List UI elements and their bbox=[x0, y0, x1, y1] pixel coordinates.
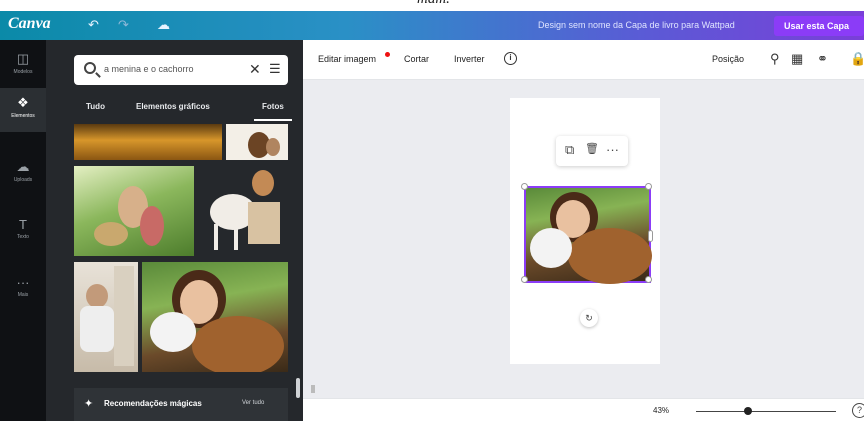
elements-panel: a menina e o cachorro ✕ ☰ Tudo Elementos… bbox=[46, 40, 303, 421]
photo-thumbnail[interactable] bbox=[142, 262, 288, 372]
paint-roller-icon[interactable]: ⚲ bbox=[770, 51, 780, 67]
resize-handle[interactable] bbox=[645, 183, 652, 190]
rail-item-more[interactable]: ··· Mais bbox=[0, 268, 46, 312]
position-button[interactable]: Posição bbox=[712, 54, 744, 64]
undo-icon[interactable]: ↶ bbox=[88, 17, 99, 33]
template-icon: ◫ bbox=[16, 51, 30, 66]
dog-leg bbox=[234, 224, 238, 250]
zoom-slider[interactable] bbox=[696, 411, 836, 412]
rail-item-label: Texto bbox=[17, 234, 29, 240]
shirt bbox=[80, 306, 114, 352]
photo-thumbnail[interactable] bbox=[198, 166, 288, 256]
filter-icon[interactable]: ☰ bbox=[269, 61, 281, 77]
bottom-bar: 43% ? bbox=[303, 398, 864, 421]
zoom-slider-knob[interactable] bbox=[744, 407, 752, 415]
rail-item-text[interactable]: T Texto bbox=[0, 210, 46, 254]
selected-image[interactable] bbox=[521, 183, 653, 284]
caption-text: mam. bbox=[417, 0, 450, 8]
elements-icon: ❖ bbox=[17, 95, 29, 110]
design-page[interactable]: ⧉ 🗑 ··· ↻ bbox=[510, 98, 660, 364]
see-all-link[interactable]: Ver tudo bbox=[242, 400, 264, 406]
trash-icon[interactable]: 🗑 bbox=[585, 142, 599, 155]
magic-recommendations-label: Recomendações mágicas bbox=[104, 399, 202, 408]
transparency-icon[interactable]: ▦ bbox=[791, 51, 803, 67]
tab-graphics[interactable]: Elementos gráficos bbox=[136, 102, 210, 111]
search-icon bbox=[84, 62, 96, 74]
rail-item-elements[interactable]: ❖ Elementos bbox=[0, 88, 46, 132]
panel-scrollbar[interactable] bbox=[296, 378, 300, 398]
zoom-level: 43% bbox=[653, 406, 670, 415]
element-actions-bar: ⧉ 🗑 ··· bbox=[556, 136, 628, 166]
notification-dot bbox=[385, 52, 390, 57]
more-options-icon[interactable]: ··· bbox=[606, 142, 619, 157]
upload-icon: ☁ bbox=[16, 159, 30, 174]
door bbox=[114, 266, 134, 366]
resize-handle[interactable] bbox=[521, 276, 528, 283]
more-icon: ··· bbox=[16, 275, 30, 290]
rail-item-label: Modelos bbox=[13, 69, 33, 75]
editor-toolbar: Editar imagem Cortar Inverter i Posição … bbox=[303, 40, 864, 80]
photo-dog bbox=[568, 228, 652, 284]
canva-logo[interactable]: Canva bbox=[8, 15, 51, 33]
photo-thumbnail[interactable] bbox=[74, 166, 194, 256]
use-template-button[interactable]: Usar esta Capa bbox=[774, 16, 864, 36]
resize-handle[interactable] bbox=[648, 230, 653, 242]
photo-thumbnail[interactable] bbox=[226, 124, 288, 160]
tab-all[interactable]: Tudo bbox=[86, 102, 105, 111]
photo-gallery bbox=[74, 124, 288, 402]
photo-shirt bbox=[530, 228, 572, 268]
panel-tabs: Tudo Elementos gráficos Fotos bbox=[74, 98, 292, 122]
rail-item-uploads[interactable]: ☁ Uploads bbox=[0, 152, 46, 196]
flip-button[interactable]: Inverter bbox=[454, 54, 485, 64]
canvas-workspace: ⧉ 🗑 ··· ↻ bbox=[303, 80, 864, 398]
link-icon[interactable]: ⚭ bbox=[817, 51, 828, 67]
clear-search-icon[interactable]: ✕ bbox=[249, 61, 261, 78]
edit-image-button[interactable]: Editar imagem bbox=[318, 54, 376, 64]
design-name[interactable]: Design sem nome da Capa de livro para Wa… bbox=[538, 20, 735, 30]
search-input[interactable]: a menina e o cachorro bbox=[104, 64, 194, 74]
magic-icon: ✦ bbox=[84, 398, 94, 410]
rail-item-label: Elementos bbox=[11, 113, 35, 119]
canva-editor: mam. Canva ↶ ↷ ☁ Design sem nome da Capa… bbox=[0, 0, 864, 421]
magic-recommendations-bar[interactable]: ✦ Recomendações mágicas Ver tudo bbox=[74, 388, 288, 421]
redo-icon[interactable]: ↷ bbox=[118, 17, 129, 33]
horizontal-scroll-marker[interactable] bbox=[311, 385, 315, 393]
text-icon: T bbox=[19, 217, 27, 232]
rail-item-templates[interactable]: ◫ Modelos bbox=[0, 44, 46, 88]
resize-handle[interactable] bbox=[645, 276, 652, 283]
lock-icon[interactable]: 🔒 bbox=[850, 51, 864, 67]
tab-photos[interactable]: Fotos bbox=[262, 102, 284, 111]
help-icon[interactable]: ? bbox=[852, 403, 864, 418]
cloud-icon[interactable]: ☁ bbox=[157, 17, 170, 33]
top-bar: Canva ↶ ↷ ☁ Design sem nome da Capa de l… bbox=[0, 11, 864, 40]
resize-handle[interactable] bbox=[521, 183, 528, 190]
photo-thumbnail[interactable] bbox=[74, 124, 222, 160]
left-rail: ◫ Modelos ❖ Elementos ☁ Uploads T Texto … bbox=[0, 40, 46, 421]
crop-button[interactable]: Cortar bbox=[404, 54, 429, 64]
rail-item-label: Uploads bbox=[13, 177, 33, 183]
photo-thumbnail[interactable] bbox=[74, 262, 138, 372]
rotate-icon[interactable]: ↻ bbox=[580, 309, 598, 327]
dog-leg bbox=[214, 224, 218, 250]
search-box[interactable]: a menina e o cachorro ✕ ☰ bbox=[74, 55, 288, 85]
page-caption: mam. bbox=[0, 0, 864, 11]
duplicate-icon[interactable]: ⧉ bbox=[565, 142, 574, 158]
info-icon[interactable]: i bbox=[504, 52, 517, 65]
paper-bag bbox=[248, 202, 280, 244]
active-tab-indicator bbox=[254, 119, 292, 121]
rail-item-label: Mais bbox=[17, 292, 29, 298]
